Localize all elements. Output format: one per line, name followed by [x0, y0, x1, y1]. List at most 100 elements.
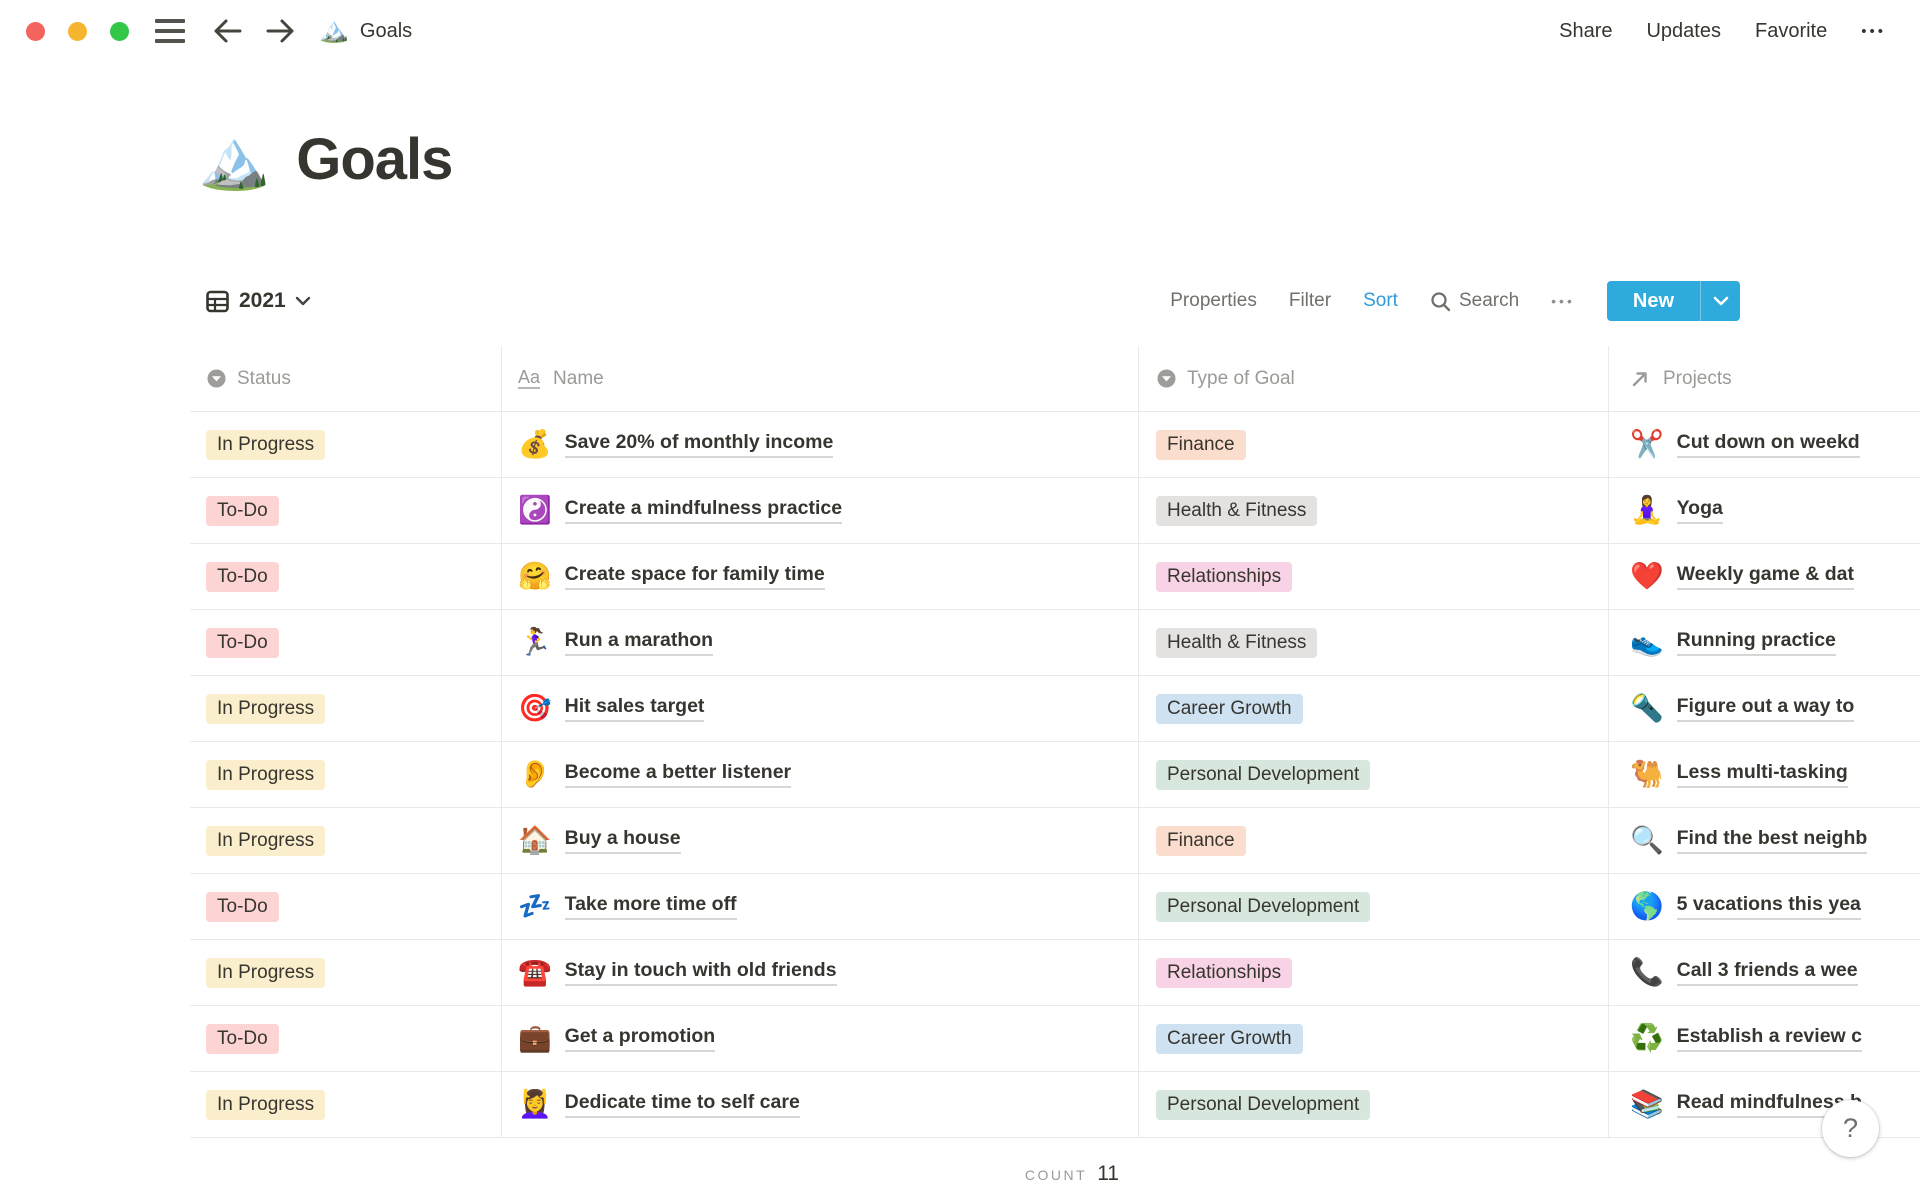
project-link[interactable]: Cut down on weekd	[1676, 431, 1860, 458]
updates-button[interactable]: Updates	[1646, 20, 1721, 43]
table-row[interactable]: In Progress 🏠 Buy a house Finance 🔍 Find…	[190, 808, 1920, 874]
back-arrow-icon[interactable]	[211, 14, 245, 48]
name-cell[interactable]: 🏠 Buy a house	[502, 808, 1139, 873]
type-of-goal-cell[interactable]: Personal Development	[1139, 1072, 1609, 1137]
type-of-goal-cell[interactable]: Health & Fitness	[1139, 478, 1609, 543]
project-link[interactable]: Call 3 friends a wee	[1676, 959, 1858, 986]
projects-cell[interactable]: ✂️ Cut down on weekd	[1609, 412, 1920, 477]
name-cell[interactable]: 👂 Become a better listener	[502, 742, 1139, 807]
type-of-goal-cell[interactable]: Personal Development	[1139, 742, 1609, 807]
goal-name-link[interactable]: Create space for family time	[564, 563, 825, 590]
minimize-window-button[interactable]	[68, 21, 87, 41]
project-link[interactable]: 5 vacations this yea	[1676, 893, 1861, 920]
status-cell[interactable]: In Progress	[190, 940, 502, 1005]
name-cell[interactable]: 🎯 Hit sales target	[502, 676, 1139, 741]
table-row[interactable]: To-Do ☯️ Create a mindfulness practice H…	[190, 478, 1920, 544]
column-header-status[interactable]: Status	[190, 346, 502, 411]
table-row[interactable]: In Progress ☎️ Stay in touch with old fr…	[190, 940, 1920, 1006]
new-button-label[interactable]: New	[1607, 281, 1700, 321]
project-link[interactable]: Less multi-tasking	[1676, 761, 1848, 788]
project-link[interactable]: Establish a review c	[1676, 1025, 1862, 1052]
type-of-goal-cell[interactable]: Career Growth	[1139, 676, 1609, 741]
favorite-button[interactable]: Favorite	[1755, 20, 1827, 43]
table-row[interactable]: To-Do 💤 Take more time off Personal Deve…	[190, 874, 1920, 940]
status-cell[interactable]: To-Do	[190, 544, 502, 609]
projects-cell[interactable]: 📞 Call 3 friends a wee	[1609, 940, 1920, 1005]
status-cell[interactable]: To-Do	[190, 874, 502, 939]
page-icon[interactable]: 🏔️	[198, 130, 270, 189]
table-row[interactable]: To-Do 🏃‍♀️ Run a marathon Health & Fitne…	[190, 610, 1920, 676]
status-cell[interactable]: In Progress	[190, 742, 502, 807]
table-row[interactable]: In Progress 👂 Become a better listener P…	[190, 742, 1920, 808]
zoom-window-button[interactable]	[110, 21, 129, 41]
projects-cell[interactable]: 🧘‍♀️ Yoga	[1609, 478, 1920, 543]
status-cell[interactable]: In Progress	[190, 1072, 502, 1137]
name-cell[interactable]: 💼 Get a promotion	[502, 1006, 1139, 1071]
name-cell[interactable]: 🤗 Create space for family time	[502, 544, 1139, 609]
table-row[interactable]: In Progress 💆‍♀️ Dedicate time to self c…	[190, 1072, 1920, 1138]
table-footer[interactable]: COUNT 11	[190, 1138, 1119, 1186]
goal-name-link[interactable]: Stay in touch with old friends	[564, 959, 837, 986]
close-window-button[interactable]	[26, 21, 45, 41]
project-link[interactable]: Yoga	[1676, 497, 1723, 524]
goal-name-link[interactable]: Take more time off	[564, 893, 737, 920]
project-link[interactable]: Figure out a way to	[1676, 695, 1855, 722]
name-cell[interactable]: 💰 Save 20% of monthly income	[502, 412, 1139, 477]
goal-name-link[interactable]: Buy a house	[564, 827, 681, 854]
table-row[interactable]: In Progress 🎯 Hit sales target Career Gr…	[190, 676, 1920, 742]
status-cell[interactable]: To-Do	[190, 610, 502, 675]
table-row[interactable]: To-Do 💼 Get a promotion Career Growth ♻️…	[190, 1006, 1920, 1072]
column-header-type-of-goal[interactable]: Type of Goal	[1139, 346, 1609, 411]
type-of-goal-cell[interactable]: Personal Development	[1139, 874, 1609, 939]
name-cell[interactable]: 💆‍♀️ Dedicate time to self care	[502, 1072, 1139, 1137]
column-header-projects[interactable]: Projects	[1609, 346, 1920, 411]
column-header-name[interactable]: Aa Name	[502, 346, 1139, 411]
sidebar-toggle-icon[interactable]	[155, 19, 185, 43]
name-cell[interactable]: 💤 Take more time off	[502, 874, 1139, 939]
goal-name-link[interactable]: Create a mindfulness practice	[564, 497, 843, 524]
more-options-icon[interactable]: •••	[1861, 23, 1886, 40]
table-row[interactable]: In Progress 💰 Save 20% of monthly income…	[190, 412, 1920, 478]
goal-name-link[interactable]: Run a marathon	[564, 629, 714, 656]
type-of-goal-cell[interactable]: Relationships	[1139, 544, 1609, 609]
forward-arrow-icon[interactable]	[263, 14, 297, 48]
projects-cell[interactable]: 👟 Running practice	[1609, 610, 1920, 675]
goal-name-link[interactable]: Become a better listener	[564, 761, 792, 788]
status-cell[interactable]: In Progress	[190, 412, 502, 477]
type-of-goal-cell[interactable]: Relationships	[1139, 940, 1609, 1005]
search-button[interactable]: Search	[1430, 290, 1519, 312]
goal-name-link[interactable]: Hit sales target	[564, 695, 705, 722]
type-of-goal-cell[interactable]: Finance	[1139, 808, 1609, 873]
name-cell[interactable]: 🏃‍♀️ Run a marathon	[502, 610, 1139, 675]
projects-cell[interactable]: 🔦 Figure out a way to	[1609, 676, 1920, 741]
status-cell[interactable]: To-Do	[190, 1006, 502, 1071]
share-button[interactable]: Share	[1559, 20, 1612, 43]
page-title[interactable]: Goals	[296, 126, 453, 193]
goal-name-link[interactable]: Get a promotion	[564, 1025, 716, 1052]
breadcrumb[interactable]: 🏔️ Goals	[319, 19, 412, 43]
type-of-goal-cell[interactable]: Career Growth	[1139, 1006, 1609, 1071]
view-switcher[interactable]: 2021	[205, 289, 311, 314]
filter-button[interactable]: Filter	[1289, 290, 1331, 312]
name-cell[interactable]: ☯️ Create a mindfulness practice	[502, 478, 1139, 543]
properties-button[interactable]: Properties	[1170, 290, 1257, 312]
sort-button[interactable]: Sort	[1363, 290, 1398, 312]
status-cell[interactable]: In Progress	[190, 676, 502, 741]
new-button[interactable]: New	[1606, 281, 1740, 321]
new-dropdown-icon[interactable]	[1700, 281, 1740, 321]
type-of-goal-cell[interactable]: Health & Fitness	[1139, 610, 1609, 675]
view-more-icon[interactable]: •••	[1551, 293, 1575, 309]
status-cell[interactable]: To-Do	[190, 478, 502, 543]
status-cell[interactable]: In Progress	[190, 808, 502, 873]
projects-cell[interactable]: 🐫 Less multi-tasking	[1609, 742, 1920, 807]
type-of-goal-cell[interactable]: Finance	[1139, 412, 1609, 477]
table-row[interactable]: To-Do 🤗 Create space for family time Rel…	[190, 544, 1920, 610]
projects-cell[interactable]: ❤️ Weekly game & dat	[1609, 544, 1920, 609]
project-link[interactable]: Running practice	[1676, 629, 1836, 656]
project-link[interactable]: Weekly game & dat	[1676, 563, 1855, 590]
projects-cell[interactable]: 🌎 5 vacations this yea	[1609, 874, 1920, 939]
projects-cell[interactable]: ♻️ Establish a review c	[1609, 1006, 1920, 1071]
goal-name-link[interactable]: Dedicate time to self care	[564, 1091, 800, 1118]
projects-cell[interactable]: 🔍 Find the best neighb	[1609, 808, 1920, 873]
goal-name-link[interactable]: Save 20% of monthly income	[564, 431, 834, 458]
